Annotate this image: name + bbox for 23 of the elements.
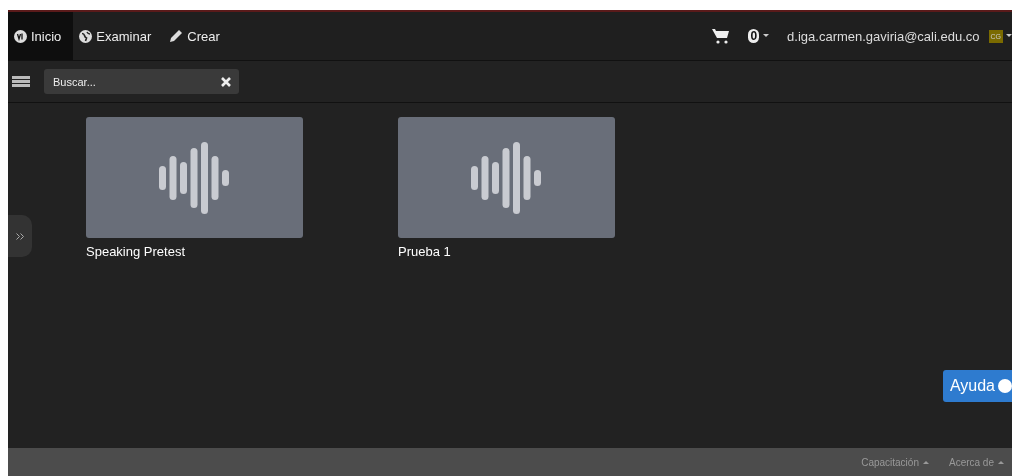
help-button[interactable]: Ayuda [942, 370, 1012, 402]
pencil-icon [169, 29, 184, 43]
cart-icon[interactable] [712, 28, 731, 44]
logo-icon [14, 29, 27, 43]
chevrons-icon [15, 232, 25, 240]
card-title[interactable]: Prueba 1 [398, 244, 451, 259]
caret-icon[interactable] [1006, 34, 1012, 38]
card-thumbnail[interactable] [86, 117, 303, 238]
menu-icon[interactable] [12, 76, 30, 87]
close-icon[interactable] [221, 77, 231, 87]
caret-icon [922, 460, 929, 464]
card-title[interactable]: Speaking Pretest [86, 244, 185, 259]
search-field[interactable]: Buscar... [44, 69, 239, 94]
nav-tab[interactable]: Crear [163, 12, 232, 60]
globe-icon [79, 29, 93, 43]
user-email-link[interactable]: d.iga.carmen.gaviria@cali.edu.co [787, 28, 980, 44]
audio-wave-icon [469, 140, 544, 215]
card-thumbnail[interactable] [398, 117, 615, 238]
nav-tab[interactable]: Inicio [8, 12, 74, 60]
caret-icon [763, 34, 770, 38]
audio-wave-icon [157, 140, 232, 215]
nav-tab[interactable]: Examinar [73, 12, 164, 60]
caret-icon [998, 460, 1004, 464]
